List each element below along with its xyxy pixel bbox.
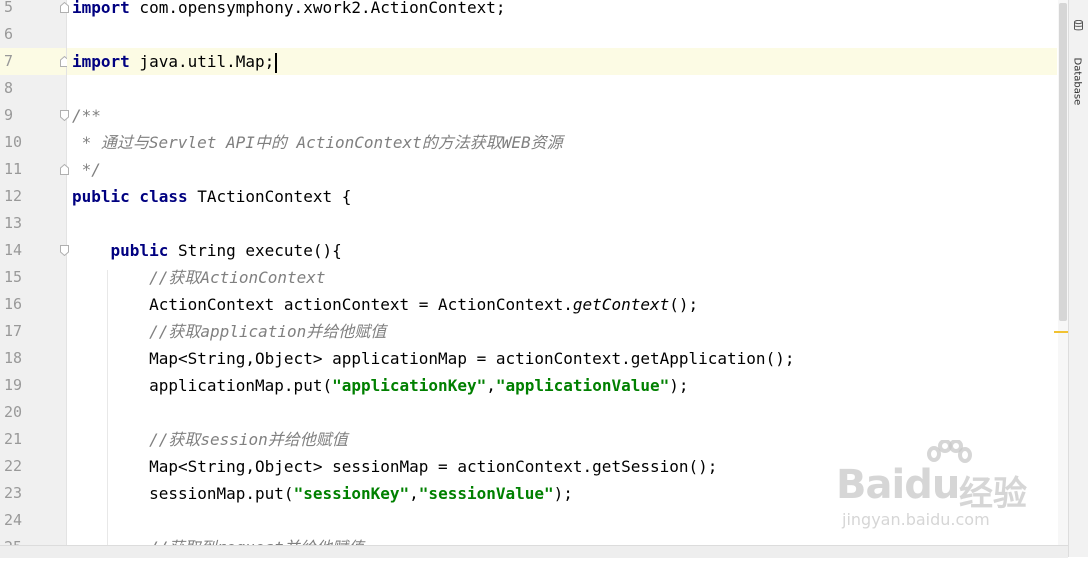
code-token: String execute(){	[168, 241, 342, 260]
code-token: ,	[486, 376, 496, 395]
watermark-url: jingyan.baidu.com	[842, 510, 990, 529]
code-token: import	[72, 0, 130, 17]
code-line[interactable]	[67, 399, 1057, 426]
text-caret	[275, 52, 278, 73]
line-number: 9	[4, 106, 14, 124]
code-line[interactable]: public class TActionContext {	[67, 183, 1057, 210]
line-number: 5	[4, 0, 14, 16]
code-line[interactable]: ActionContext actionContext = ActionCont…	[67, 291, 1057, 318]
status-bar	[0, 545, 1068, 558]
line-number: 24	[4, 511, 23, 529]
code-token: "applicationValue"	[495, 376, 670, 395]
code-token: "sessionKey"	[293, 484, 410, 503]
code-token: Map<String,Object> sessionMap = actionCo…	[72, 457, 718, 476]
line-number: 18	[4, 349, 23, 367]
code-line[interactable]: */	[67, 156, 1057, 183]
code-line[interactable]: Map<String,Object> applicationMap = acti…	[67, 345, 1057, 372]
code-token: applicationMap.put(	[72, 376, 333, 395]
code-line[interactable]: //获取application并给他赋值	[67, 318, 1057, 345]
code-token: //获取application并给他赋值	[149, 322, 387, 341]
database-icon[interactable]	[1074, 16, 1083, 31]
line-number: 20	[4, 403, 23, 421]
line-number: 21	[4, 430, 23, 448]
code-token: );	[669, 376, 689, 395]
watermark-brand: Baidu	[836, 462, 960, 508]
code-line[interactable]: //获取ActionContext	[67, 264, 1057, 291]
code-token: getContext	[572, 295, 670, 314]
scrollbar-thumb[interactable]	[1059, 3, 1067, 321]
code-token: /**	[72, 106, 101, 125]
line-number: 8	[4, 79, 14, 97]
code-line[interactable]	[67, 75, 1057, 102]
line-number: 16	[4, 295, 23, 313]
line-number: 7	[4, 52, 14, 70]
line-number: 11	[4, 160, 23, 178]
code-line[interactable]: * 通过与Servlet API中的 ActionContext的方法获取WEB…	[67, 129, 1057, 156]
code-line[interactable]: /**	[67, 102, 1057, 129]
code-line[interactable]: import com.opensymphony.xwork2.ActionCon…	[67, 0, 1057, 21]
watermark-jingyan: 经验	[959, 474, 1027, 514]
code-token: ActionContext actionContext = ActionCont…	[72, 295, 573, 314]
code-token: ,	[409, 484, 419, 503]
code-line[interactable]: applicationMap.put("applicationKey","app…	[67, 372, 1057, 399]
line-number: 12	[4, 187, 23, 205]
code-line[interactable]: public String execute(){	[67, 237, 1057, 264]
code-line[interactable]: //获取到request并给他赋值	[67, 534, 1057, 545]
code-token: public	[110, 241, 169, 260]
line-number: 13	[4, 214, 23, 232]
code-token: //获取session并给他赋值	[149, 430, 348, 449]
code-line[interactable]	[67, 21, 1057, 48]
line-number: 15	[4, 268, 23, 286]
code-token: ();	[669, 295, 699, 314]
code-token: java.util.Map;	[129, 52, 275, 71]
vertical-scrollbar[interactable]	[1058, 0, 1068, 545]
line-number: 17	[4, 322, 23, 340]
code-token: */	[72, 160, 101, 179]
code-token: //获取到request并给他赋值	[149, 538, 364, 545]
line-number: 10	[4, 133, 23, 151]
right-tool-sidebar: Database	[1068, 0, 1088, 557]
line-number: 19	[4, 376, 23, 394]
code-token: "sessionValue"	[418, 484, 554, 503]
line-number: 14	[4, 241, 23, 259]
code-line[interactable]: import java.util.Map;	[67, 48, 1057, 75]
code-token: "applicationKey"	[332, 376, 487, 395]
code-token: Map<String,Object> applicationMap = acti…	[72, 349, 795, 368]
line-number: 6	[4, 25, 14, 43]
line-number: 22	[4, 457, 23, 475]
code-token: import	[72, 52, 130, 71]
line-number-gutter[interactable]: 5678910111213141516171819202122232425	[0, 0, 69, 556]
code-token: * 通过与Servlet API中的 ActionContext的方法获取WEB…	[72, 133, 563, 152]
code-token: TActionContext {	[187, 187, 352, 206]
code-token: );	[553, 484, 573, 503]
line-number: 23	[4, 484, 23, 502]
code-token: //获取ActionContext	[149, 268, 326, 287]
code-token: sessionMap.put(	[72, 484, 294, 503]
database-tab-label[interactable]: Database	[1072, 58, 1083, 106]
code-token: com.opensymphony.xwork2.ActionContext;	[129, 0, 506, 17]
code-line[interactable]	[67, 210, 1057, 237]
baidu-jingyan-watermark: Baidu 经验 jingyan.baidu.com	[836, 440, 1036, 535]
warning-marker[interactable]	[1054, 331, 1068, 333]
code-token: public class	[72, 187, 188, 206]
